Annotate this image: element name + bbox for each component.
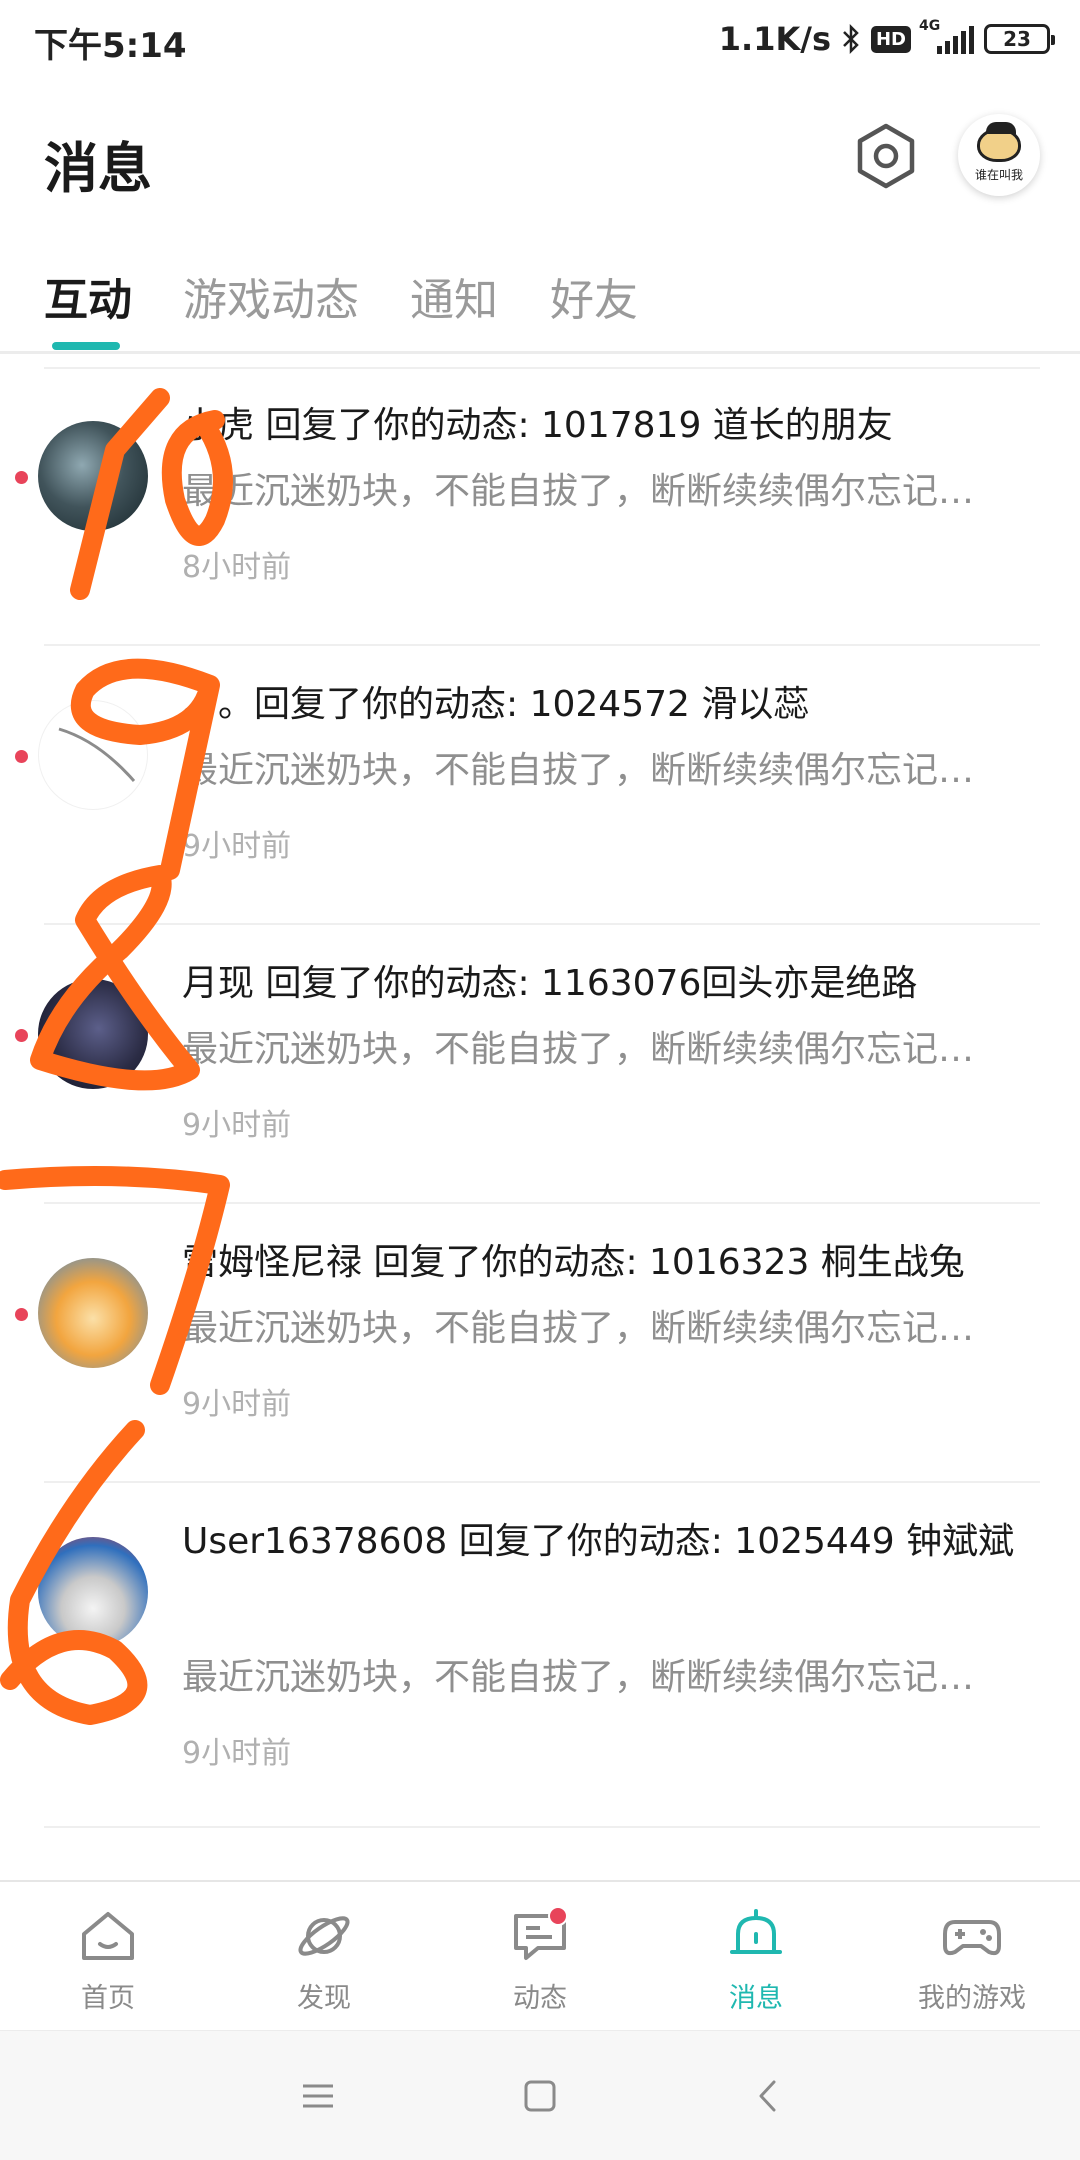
gamepad-icon — [940, 1906, 1004, 1966]
message-preview: 最近沉迷奶块，不能自拔了，断断续续偶尔忘记… — [182, 1029, 975, 1070]
avatar[interactable] — [38, 700, 148, 810]
tab-interaction[interactable]: 互动 — [44, 264, 132, 328]
avatar-caption: 谁在叫我 — [974, 167, 1023, 182]
unread-dot — [15, 1029, 28, 1042]
unread-dot — [15, 1587, 28, 1600]
message-time: 9小时前 — [182, 1736, 292, 1771]
nav-my-games[interactable]: 我的游戏 — [864, 1882, 1080, 2032]
nav-discover[interactable]: 发现 — [216, 1882, 432, 2032]
nav-badge-dot — [548, 1906, 568, 1926]
home-square-icon[interactable] — [520, 2076, 560, 2116]
list-item[interactable]: 月现 回复了你的动态: 1163076回头亦是绝路 最近沉迷奶块，不能自拔了，断… — [0, 925, 1080, 1204]
message-preview: 最近沉迷奶块，不能自拔了，断断续续偶尔忘记… — [182, 1657, 975, 1698]
unread-dot — [15, 471, 28, 484]
net-speed: 1.1K/s — [718, 20, 831, 58]
profile-avatar[interactable]: 谁在叫我 — [958, 114, 1040, 196]
nav-label: 动态 — [513, 1983, 567, 2014]
settings-button[interactable] — [850, 120, 922, 192]
tab-notifications[interactable]: 通知 — [410, 264, 498, 328]
message-title: 。。。回复了你的动态: 1024572 滑以蕊 — [182, 684, 810, 725]
message-title: 雷姆怪尼禄 回复了你的动态: 1016323 桐生战兔 — [182, 1242, 965, 1283]
list-item[interactable]: User16378608 回复了你的动态: 1025449 钟斌斌 最近沉迷奶块… — [0, 1483, 1080, 1828]
status-indicators: 1.1K/s HD 4G 23 — [718, 14, 1055, 64]
message-preview: 最近沉迷奶块，不能自拔了，断断续续偶尔忘记… — [182, 750, 975, 791]
battery-icon: 23 — [984, 24, 1055, 54]
avatar[interactable] — [38, 979, 148, 1089]
message-title: 小虎 回复了你的动态: 1017819 道长的朋友 — [182, 405, 893, 446]
system-nav-bar — [0, 2030, 1080, 2160]
nav-label: 消息 — [729, 1983, 783, 2014]
tab-game-feed[interactable]: 游戏动态 — [183, 264, 359, 328]
message-time: 9小时前 — [182, 1108, 292, 1143]
page-title: 消息 — [44, 137, 152, 200]
unread-dot — [15, 1308, 28, 1321]
message-preview: 最近沉迷奶块，不能自拔了，断断续续偶尔忘记… — [182, 1308, 975, 1349]
tab-friends[interactable]: 好友 — [550, 264, 638, 328]
avatar[interactable] — [38, 1258, 148, 1368]
settings-hexagon-icon — [857, 123, 915, 189]
message-time: 8小时前 — [182, 550, 292, 585]
message-title: User16378608 回复了你的动态: 1025449 钟斌斌 — [182, 1521, 1015, 1562]
list-item[interactable]: 小虎 回复了你的动态: 1017819 道长的朋友 最近沉迷奶块，不能自拔了，断… — [0, 367, 1080, 646]
nav-label: 首页 — [81, 1983, 135, 2014]
list-item[interactable]: 雷姆怪尼禄 回复了你的动态: 1016323 桐生战兔 最近沉迷奶块，不能自拔了… — [0, 1204, 1080, 1483]
message-title: 月现 回复了你的动态: 1163076回头亦是绝路 — [182, 963, 918, 1004]
header: 消息 谁在叫我 — [0, 100, 1080, 210]
signal-icon: 4G — [919, 18, 974, 54]
network-type: 4G — [919, 18, 941, 34]
bell-icon — [724, 1906, 788, 1966]
back-icon[interactable] — [748, 2076, 788, 2116]
nav-home[interactable]: 首页 — [0, 1882, 216, 2032]
message-time: 9小时前 — [182, 829, 292, 864]
tab-active-indicator — [52, 342, 120, 350]
nav-messages[interactable]: 消息 — [648, 1882, 864, 2032]
nav-label: 发现 — [297, 1983, 351, 2014]
list-item[interactable]: 。。。回复了你的动态: 1024572 滑以蕊 最近沉迷奶块，不能自拔了，断断续… — [0, 646, 1080, 925]
status-bar: 下午5:14 1.1K/s HD 4G 23 — [0, 0, 1080, 80]
nav-feed[interactable]: 动态 — [432, 1882, 648, 2032]
avatar[interactable] — [38, 1537, 148, 1647]
nav-label: 我的游戏 — [918, 1983, 1026, 2014]
meme-face-icon — [977, 121, 1021, 162]
message-preview: 最近沉迷奶块，不能自拔了，断断续续偶尔忘记… — [182, 471, 975, 512]
home-icon — [76, 1906, 140, 1966]
bottom-nav: 首页 发现 动态 消息 我的游戏 — [0, 1880, 1080, 2030]
planet-icon — [292, 1906, 356, 1966]
bluetooth-icon — [841, 23, 861, 55]
unread-dot — [15, 750, 28, 763]
menu-icon[interactable] — [298, 2076, 338, 2116]
chat-icon — [508, 1906, 572, 1966]
message-time: 9小时前 — [182, 1387, 292, 1422]
avatar[interactable] — [38, 421, 148, 531]
tab-bar: 互动 游戏动态 通知 好友 — [0, 250, 1080, 354]
status-time: 下午5:14 — [34, 26, 187, 66]
battery-level: 23 — [1003, 27, 1031, 51]
hd-badge: HD — [870, 25, 911, 53]
